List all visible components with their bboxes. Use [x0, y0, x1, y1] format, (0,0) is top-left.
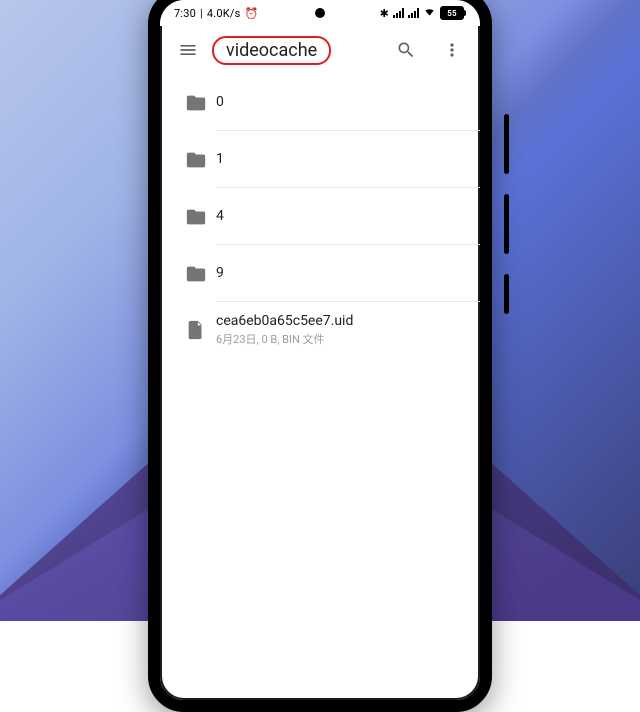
status-sep: |: [200, 7, 203, 20]
row-body: 9: [216, 245, 480, 302]
folder-row[interactable]: 9: [176, 245, 480, 302]
row-body: cea6eb0a65c5ee7.uid 6月23日, 0 B, BIN 文件: [216, 302, 480, 358]
phone-side-button: [504, 194, 509, 254]
row-body: 4: [216, 188, 480, 245]
row-body: 1: [216, 131, 480, 188]
battery-level: 55: [440, 6, 464, 20]
folder-row[interactable]: 1: [176, 131, 480, 188]
more-button[interactable]: [432, 30, 472, 70]
page-title: videocache: [212, 36, 331, 65]
folder-icon: [176, 263, 216, 285]
item-name: 1: [216, 151, 468, 167]
more-vert-icon: [442, 40, 462, 60]
app-bar: videocache: [160, 26, 480, 74]
phone-side-button: [504, 274, 509, 314]
item-name: cea6eb0a65c5ee7.uid: [216, 313, 468, 329]
signal-icon: [408, 8, 419, 18]
file-icon: [176, 319, 216, 341]
status-time: 7:30: [174, 7, 196, 20]
item-name: 4: [216, 208, 468, 224]
item-meta: 6月23日, 0 B, BIN 文件: [216, 331, 468, 347]
wifi-icon: [423, 6, 436, 20]
search-icon: [396, 40, 416, 60]
camera-cutout: [315, 8, 325, 18]
folder-icon: [176, 206, 216, 228]
hamburger-icon: [178, 40, 198, 60]
menu-button[interactable]: [168, 30, 208, 70]
folder-row[interactable]: 0: [176, 74, 480, 131]
bluetooth-icon: ✱: [380, 7, 389, 20]
battery-icon: 55: [440, 6, 466, 20]
alarm-icon: ⏰: [245, 7, 259, 20]
search-button[interactable]: [386, 30, 426, 70]
row-body: 0: [216, 74, 480, 131]
item-name: 9: [216, 265, 468, 281]
folder-icon: [176, 149, 216, 171]
phone-frame: 7:30 | 4.0K/s ⏰ ✱ 55 videoc: [148, 0, 492, 712]
folder-row[interactable]: 4: [176, 188, 480, 245]
phone-side-button: [504, 114, 509, 174]
signal-icon: [393, 8, 404, 18]
file-row[interactable]: cea6eb0a65c5ee7.uid 6月23日, 0 B, BIN 文件: [176, 302, 480, 358]
status-net-speed: 4.0K/s: [207, 7, 241, 20]
item-name: 0: [216, 94, 468, 110]
file-list: 0 1 4 9 cea6eb0a65c5ee7.uid 6月23日, 0 B, BIN 文…: [160, 74, 480, 358]
folder-icon: [176, 92, 216, 114]
